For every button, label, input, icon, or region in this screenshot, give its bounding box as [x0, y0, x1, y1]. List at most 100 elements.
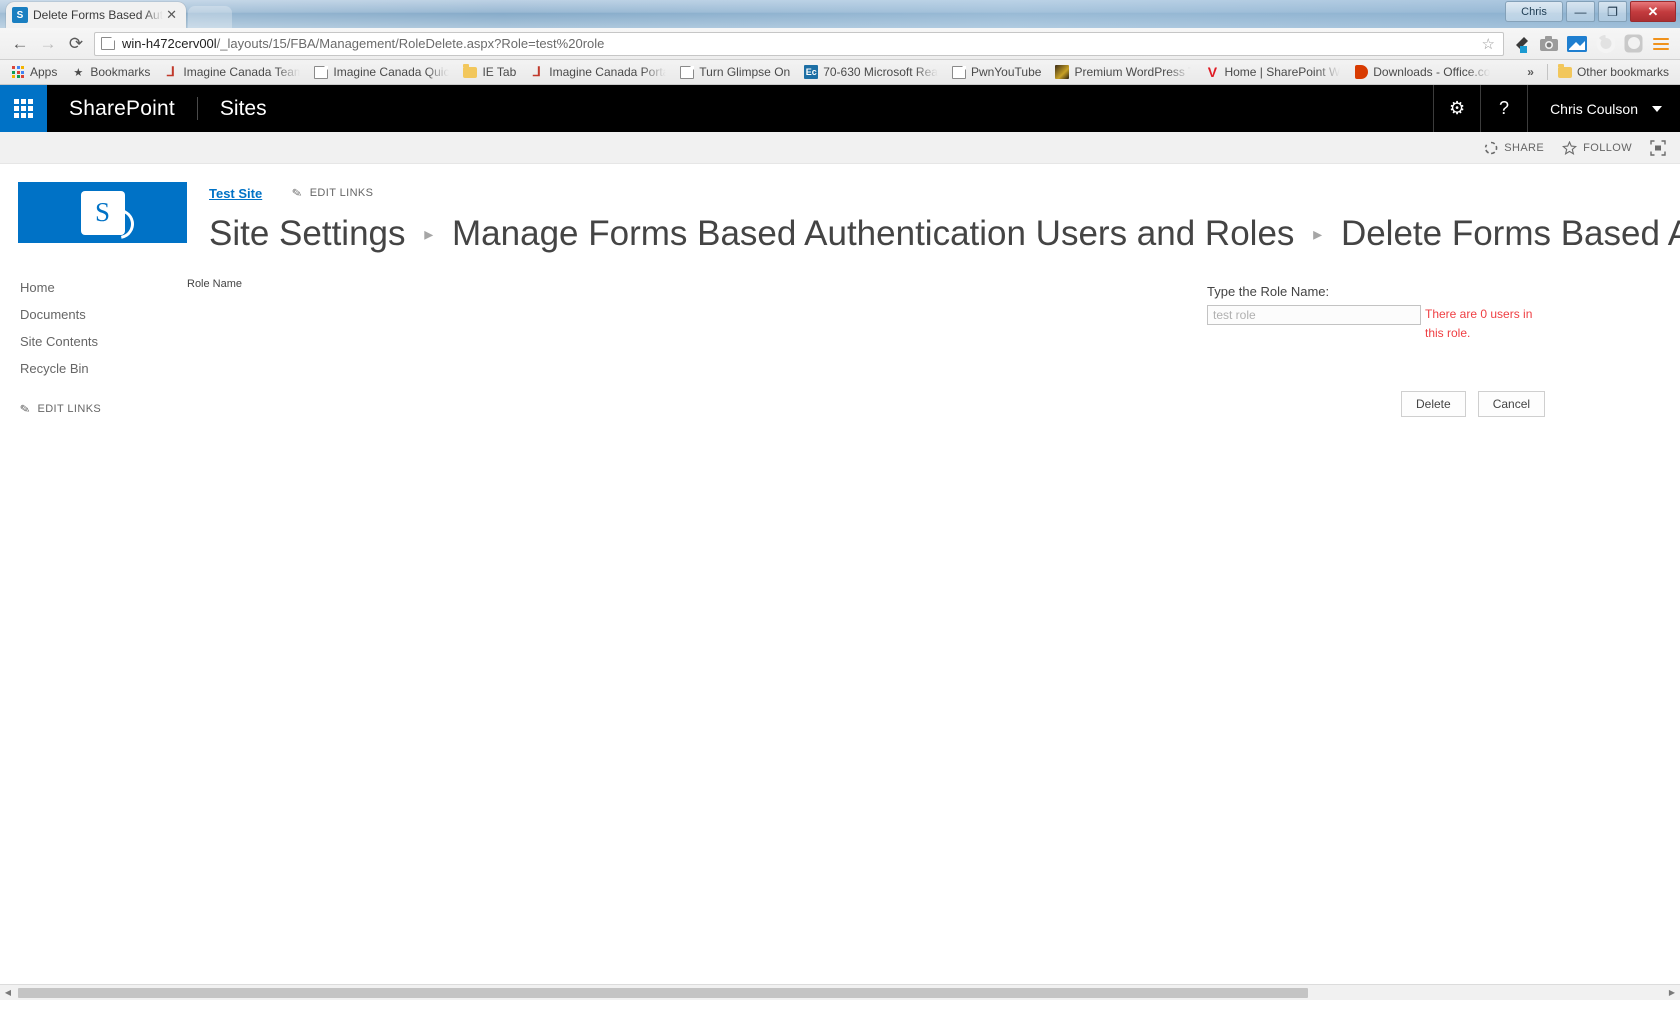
site-logo[interactable]: S [18, 182, 187, 245]
camera-icon[interactable] [1538, 33, 1560, 55]
sharepoint-suite-bar: SharePoint Sites ⚙ ? Chris Coulson [0, 85, 1680, 132]
window-snip-icon[interactable] [1566, 33, 1588, 55]
browser-navbar: ← → ⟳ win-h472cerv00l/_layouts/15/FBA/Ma… [0, 28, 1680, 60]
sharepoint-logo-icon: S [80, 190, 140, 245]
sharepoint-favicon-icon: S [12, 7, 28, 23]
form-buttons: Delete Cancel [1207, 390, 1607, 417]
browser-menu-icon[interactable] [1650, 33, 1672, 55]
bookmark-item[interactable]: Turn Glimpse On [673, 62, 797, 83]
bookmark-item[interactable]: IE Tab [456, 62, 523, 83]
bookmark-item[interactable]: ⅃ Imagine Canada Team [157, 62, 307, 83]
close-window-button[interactable]: ✕ [1630, 1, 1676, 22]
other-bookmarks-button[interactable]: Other bookmarks [1551, 62, 1676, 83]
top-navigation: Test Site ✎ EDIT LINKS [209, 182, 1680, 204]
tab-title: Delete Forms Based Authe [33, 8, 164, 22]
document-icon [314, 65, 329, 79]
page-viewport: SharePoint Sites ⚙ ? Chris Coulson SHARE [0, 85, 1680, 1000]
bookmark-label: Imagine Canada Team [183, 65, 301, 79]
document-icon [680, 65, 695, 79]
bookmark-star-icon[interactable]: ☆ [1480, 35, 1497, 53]
page-action-strip: SHARE FOLLOW [0, 132, 1680, 164]
sidebar-item-recycle-bin[interactable]: Recycle Bin [20, 355, 187, 382]
bookmark-item[interactable]: ⅃ Imagine Canada Porta [523, 62, 673, 83]
quick-launch-nav: Home Documents Site Contents Recycle Bin… [0, 274, 187, 594]
address-bar[interactable]: win-h472cerv00l/_layouts/15/FBA/Manageme… [94, 31, 1504, 56]
bookmark-item[interactable]: PwnYouTube [945, 62, 1049, 83]
page-info-icon[interactable] [101, 37, 115, 50]
forward-icon[interactable]: → [34, 31, 62, 57]
user-name: Chris Coulson [1550, 100, 1638, 117]
bookmark-item[interactable]: Downloads - Office.co [1347, 62, 1497, 83]
reload-icon[interactable]: ⟳ [62, 31, 90, 57]
breadcrumb-site-settings[interactable]: Site Settings [209, 214, 406, 253]
sidebar-item-site-contents[interactable]: Site Contents [20, 328, 187, 355]
scroll-right-arrow-icon[interactable]: ▶ [1664, 985, 1680, 1001]
minimize-button[interactable]: — [1566, 1, 1595, 22]
office-icon [1354, 65, 1368, 79]
follow-button[interactable]: FOLLOW [1562, 140, 1632, 155]
bookmark-label: Imagine Canada Porta [549, 65, 667, 79]
apps-grid-icon [11, 65, 25, 79]
circle-extension-icon[interactable] [1594, 33, 1616, 55]
pencil-icon: ✎ [291, 185, 304, 201]
bookmark-label: Imagine Canada Quic [333, 65, 450, 79]
maximize-button[interactable]: ❐ [1598, 1, 1627, 22]
bookmark-label: Apps [30, 65, 58, 79]
delete-button[interactable]: Delete [1401, 390, 1466, 417]
bookmarks-overflow-icon[interactable]: » [1517, 65, 1544, 79]
new-tab-button[interactable] [188, 6, 232, 28]
sidebar-item-documents[interactable]: Documents [20, 301, 187, 328]
sites-link[interactable]: Sites [198, 85, 289, 132]
cancel-button[interactable]: Cancel [1477, 390, 1546, 417]
back-icon[interactable]: ← [6, 31, 34, 57]
share-icon [1485, 141, 1498, 154]
horizontal-scrollbar[interactable]: ◀ ▶ [0, 984, 1680, 1000]
settings-gear-icon[interactable]: ⚙ [1433, 85, 1480, 132]
extension-icons [1510, 33, 1674, 55]
site-header: S Test Site ✎ EDIT LINKS Site Settings ▸… [0, 164, 1680, 256]
role-name-input[interactable] [1207, 304, 1421, 325]
bookmark-item[interactable]: V Home | SharePoint W [1198, 62, 1347, 83]
url-host: win-h472cerv00l [122, 36, 217, 51]
scrollbar-track[interactable] [16, 985, 1664, 1001]
star-icon: ★ [73, 66, 84, 79]
scroll-left-arrow-icon[interactable]: ◀ [0, 985, 16, 1001]
bookmark-item[interactable]: Ec 70-630 Microsoft Rea [797, 62, 945, 83]
bookmark-item[interactable]: ★ Bookmarks [64, 62, 157, 83]
bookmarks-bar-right: » Other bookmarks [1517, 62, 1676, 83]
share-button[interactable]: SHARE [1484, 141, 1544, 155]
window-user-button[interactable]: Chris [1505, 1, 1563, 22]
url-text: win-h472cerv00l/_layouts/15/FBA/Manageme… [122, 36, 1480, 51]
breadcrumb-separator-icon: ▸ [1313, 224, 1323, 244]
folder-icon [463, 63, 478, 79]
sharepoint-brand-link[interactable]: SharePoint [47, 85, 197, 132]
tab-strip: S Delete Forms Based Authe ✕ [0, 0, 232, 28]
bookmark-label: PwnYouTube [970, 65, 1042, 79]
edit-links-top-button[interactable]: ✎ EDIT LINKS [291, 185, 373, 201]
help-icon[interactable]: ? [1480, 85, 1527, 132]
browser-tab[interactable]: S Delete Forms Based Authe ✕ [6, 2, 186, 28]
document-icon [951, 65, 966, 79]
role-name-field-label: Type the Role Name: [1207, 283, 1330, 299]
bookmark-label: Other bookmarks [1576, 65, 1669, 79]
edit-links-sidebar-button[interactable]: ✎ EDIT LINKS [19, 401, 187, 417]
rounded-square-extension-icon[interactable] [1622, 33, 1644, 55]
breadcrumb-manage-fba[interactable]: Manage Forms Based Authentication Users … [452, 214, 1294, 253]
close-tab-icon[interactable]: ✕ [163, 7, 180, 23]
bookmark-apps[interactable]: Apps [4, 62, 64, 83]
sidebar-item-home[interactable]: Home [20, 274, 187, 301]
eyedropper-icon[interactable] [1510, 33, 1532, 55]
site-header-text: Test Site ✎ EDIT LINKS Site Settings ▸ M… [187, 182, 1680, 256]
scrollbar-thumb[interactable] [18, 987, 1308, 998]
focus-on-content-button[interactable] [1650, 139, 1666, 156]
top-nav-item-test-site[interactable]: Test Site [209, 186, 262, 201]
bookmark-item[interactable]: Imagine Canada Quic [307, 62, 456, 83]
user-menu-button[interactable]: Chris Coulson [1527, 85, 1680, 132]
validation-message: There are 0 users in this role. [1425, 306, 1533, 340]
bookmark-item[interactable]: Premium WordPress T [1048, 62, 1198, 83]
role-input-row: There are 0 users in this role. [1207, 304, 1607, 343]
bookmark-label: IE Tab [482, 65, 517, 79]
bookmark-label: 70-630 Microsoft Rea [823, 65, 938, 79]
app-launcher-button[interactable] [0, 85, 47, 132]
focus-on-content-icon [1650, 139, 1666, 156]
